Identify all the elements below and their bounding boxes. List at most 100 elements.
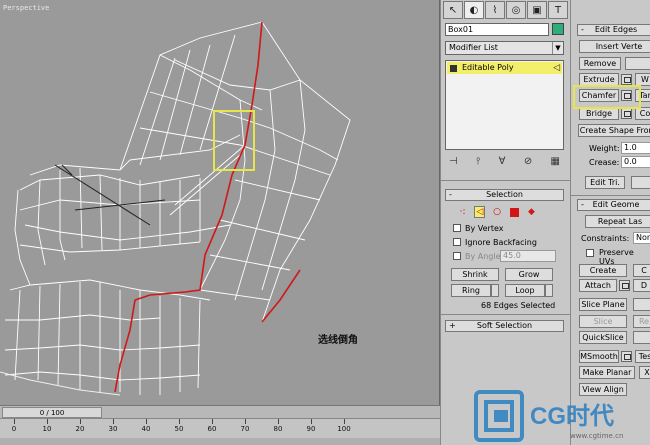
- attach-button[interactable]: Attach: [579, 279, 617, 292]
- track-bar[interactable]: 0 10 20 30 40 50 60 70 80 90 100: [0, 418, 440, 438]
- divider: [571, 195, 650, 196]
- stack-item-editable-poly[interactable]: Editable Poly ◁: [447, 62, 562, 74]
- modifier-list-dropdown[interactable]: Modifier List ▼: [445, 41, 564, 55]
- quickslice-button[interactable]: QuickSlice: [579, 331, 627, 344]
- show-end-result-icon[interactable]: ⫯: [476, 156, 480, 167]
- split-button[interactable]: [633, 298, 650, 311]
- loop-button[interactable]: Loop: [505, 284, 545, 297]
- configure-sets-icon[interactable]: ▦: [551, 156, 560, 167]
- angle-spinner[interactable]: 45.0: [500, 250, 556, 262]
- edge-subobject-icon: ◁: [553, 63, 560, 73]
- pin-stack-icon[interactable]: ⊣: [449, 156, 458, 167]
- remove-modifier-icon[interactable]: ⊘: [524, 156, 532, 167]
- expand-icon[interactable]: [450, 65, 457, 72]
- msmooth-settings-icon[interactable]: [621, 351, 632, 362]
- crease-spinner[interactable]: 0.0: [621, 156, 650, 168]
- modify-icon[interactable]: ◐: [464, 1, 484, 19]
- attach-list-icon[interactable]: [619, 280, 630, 291]
- insert-vertex-button[interactable]: Insert Verte: [579, 40, 650, 53]
- slice-button[interactable]: Slice: [579, 315, 627, 328]
- collapse-icon: -: [581, 25, 584, 34]
- by-angle-checkbox[interactable]: [453, 252, 461, 260]
- tessellate-button[interactable]: Tes: [635, 350, 650, 363]
- watermark-brand: CG时代: [530, 403, 614, 430]
- subobject-icons: ·: ◁ ○ ◆: [457, 205, 537, 219]
- object-name-field[interactable]: Box01: [445, 23, 549, 36]
- make-unique-icon[interactable]: ∀: [499, 156, 506, 167]
- create-button[interactable]: Create: [579, 264, 627, 277]
- by-vertex-label: By Vertex: [465, 224, 504, 233]
- wireframe-model: [0, 21, 351, 396]
- msmooth-button[interactable]: MSmooth: [579, 350, 619, 363]
- create-icon[interactable]: ↖: [443, 1, 463, 19]
- command-panel: ↖ ◐ ⌇ ◎ ▣ T Box01 Modifier List ▼ Editab…: [440, 0, 571, 445]
- expand-icon: +: [449, 321, 456, 330]
- detach-button[interactable]: D: [633, 279, 650, 292]
- stack-item-label: Editable Poly: [462, 63, 514, 72]
- tick-label: 60: [207, 425, 217, 433]
- border-icon[interactable]: ○: [491, 206, 502, 218]
- crease-label: Crease:: [589, 158, 620, 167]
- time-slider-track[interactable]: 0 / 100: [0, 405, 440, 418]
- stack-toolbar: ⊣ ⫯ ∀ ⊘ ▦: [445, 153, 564, 169]
- edit-geometry-rollout-header[interactable]: - Edit Geome: [577, 199, 650, 211]
- slice-plane-button[interactable]: Slice Plane: [579, 298, 627, 311]
- divider: [441, 314, 571, 315]
- command-tabs: ↖ ◐ ⌇ ◎ ▣ T: [443, 1, 569, 20]
- modifier-stack[interactable]: Editable Poly ◁: [445, 60, 564, 150]
- edit-panel: - Edit Edges Insert Verte Remove Extrude…: [570, 0, 650, 445]
- grow-button[interactable]: Grow: [505, 268, 553, 281]
- ignore-backfacing-label: Ignore Backfacing: [465, 238, 537, 247]
- preserve-uvs-checkbox[interactable]: [586, 249, 594, 257]
- display-icon[interactable]: ▣: [527, 1, 547, 19]
- shrink-button[interactable]: Shrink: [451, 268, 499, 281]
- selection-rollout-header[interactable]: - Selection: [445, 189, 564, 201]
- element-icon[interactable]: ◆: [526, 206, 537, 218]
- ring-button[interactable]: Ring: [451, 284, 491, 297]
- tick-label: 20: [75, 425, 85, 433]
- motion-icon[interactable]: ◎: [506, 1, 526, 19]
- bridge-settings-icon[interactable]: [621, 108, 632, 119]
- status-bar: [0, 438, 440, 445]
- hierarchy-icon[interactable]: ⌇: [485, 1, 505, 19]
- planar-x-button[interactable]: X: [639, 366, 650, 379]
- weight-spinner[interactable]: 1.0: [621, 142, 650, 154]
- polygon-icon[interactable]: [509, 206, 520, 218]
- create-shape-button[interactable]: Create Shape From: [578, 124, 650, 137]
- time-slider[interactable]: 0 / 100: [2, 407, 102, 418]
- collapse-button[interactable]: C: [633, 264, 650, 277]
- tick-label: 80: [273, 425, 283, 433]
- loop-spinner[interactable]: [545, 284, 553, 297]
- edit-tri-button[interactable]: Edit Tri.: [585, 176, 625, 189]
- turn-button[interactable]: [631, 176, 650, 189]
- utilities-icon[interactable]: T: [548, 1, 568, 19]
- viewport-caption: 选线倒角: [318, 335, 358, 346]
- by-vertex-checkbox[interactable]: [453, 224, 461, 232]
- perspective-viewport[interactable]: Perspective 选线倒角: [0, 0, 440, 405]
- constraints-label: Constraints:: [581, 234, 630, 243]
- cgtime-watermark: CG时代 www.cgtime.cn: [470, 388, 650, 445]
- split-button[interactable]: [625, 57, 650, 70]
- weight-label: Weight:: [589, 144, 620, 153]
- edit-edges-title: Edit Edges: [594, 25, 638, 34]
- edit-edges-rollout-header[interactable]: - Edit Edges: [577, 24, 650, 36]
- object-color-swatch[interactable]: [552, 23, 564, 35]
- chevron-down-icon: ▼: [552, 42, 563, 54]
- ignore-backfacing-checkbox[interactable]: [453, 238, 461, 246]
- highlight-box: [573, 85, 641, 109]
- make-planar-button[interactable]: Make Planar: [579, 366, 635, 379]
- constraints-dropdown[interactable]: Non: [633, 232, 650, 244]
- tick-label: 70: [240, 425, 250, 433]
- edge-icon[interactable]: ◁: [474, 206, 486, 218]
- soft-selection-rollout-header[interactable]: + Soft Selection: [445, 320, 564, 332]
- repeat-last-button[interactable]: Repeat Las: [585, 215, 650, 228]
- tick-label: 30: [108, 425, 118, 433]
- extrude-settings-icon[interactable]: [621, 74, 632, 85]
- remove-button[interactable]: Remove: [579, 57, 621, 70]
- by-angle-label: By Angle:: [465, 252, 504, 261]
- cut-button[interactable]: [633, 331, 650, 344]
- ring-spinner[interactable]: [491, 284, 499, 297]
- reset-plane-button[interactable]: Re: [633, 315, 650, 328]
- selection-title: Selection: [486, 190, 523, 199]
- vertex-icon[interactable]: ·:: [457, 206, 468, 218]
